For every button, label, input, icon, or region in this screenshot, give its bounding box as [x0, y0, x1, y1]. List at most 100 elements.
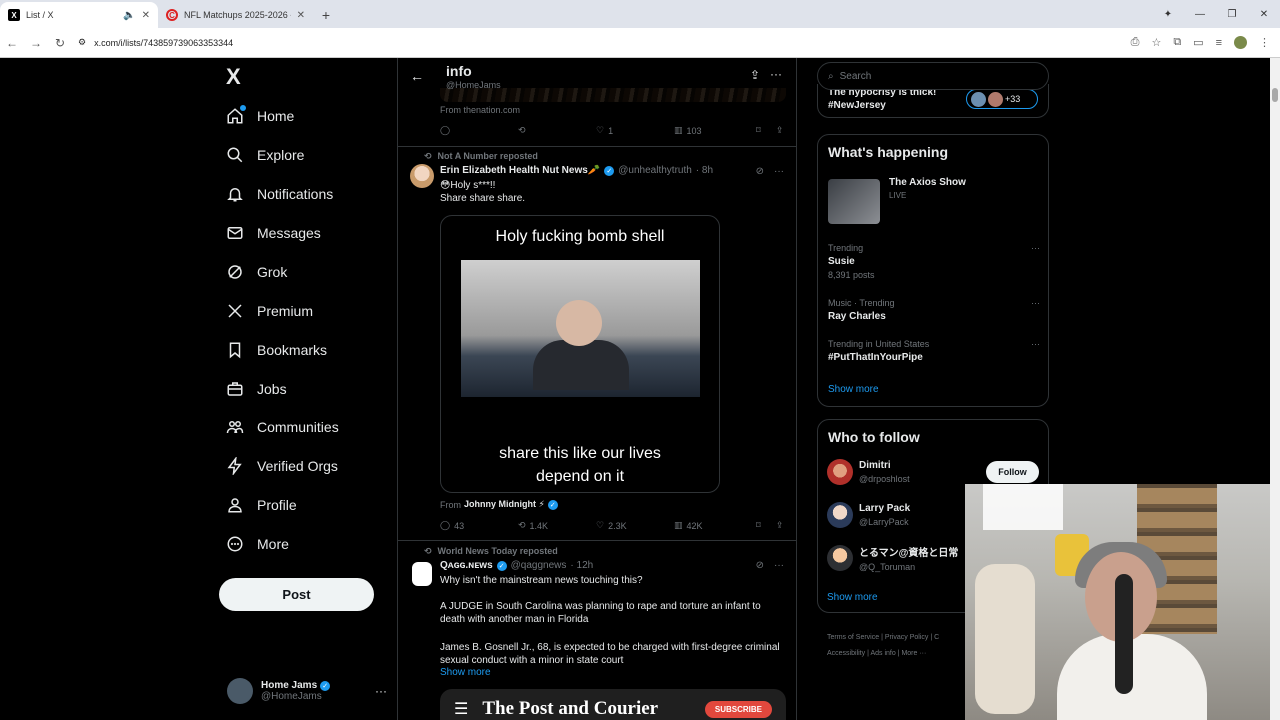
avatar[interactable]	[410, 164, 434, 188]
trend-item[interactable]: Music · Trending Ray Charles ···	[828, 298, 1040, 322]
share-icon[interactable]: ⇪	[776, 125, 784, 136]
grok-icon[interactable]: ⊘	[756, 560, 764, 571]
reading-list-icon[interactable]: ≡	[1216, 37, 1222, 49]
nav-item-notifications[interactable]: Notifications	[226, 182, 333, 206]
show-more-link[interactable]: Show more	[440, 667, 491, 678]
hamburger-icon: ☰	[454, 701, 469, 718]
show-more-link[interactable]: Show more	[827, 592, 878, 603]
more-dots-icon[interactable]: ···	[774, 166, 784, 177]
page-scrollbar[interactable]	[1270, 58, 1280, 720]
reply-button[interactable]: ◯ 43	[440, 520, 518, 531]
nav-item-home[interactable]: Home	[226, 104, 294, 128]
avatar[interactable]	[412, 562, 432, 586]
post-button[interactable]: Post	[219, 578, 374, 611]
back-arrow-icon[interactable]: ←	[410, 68, 424, 84]
tweet-media[interactable]: Holy fucking bomb shell share this like …	[440, 215, 720, 493]
more-dots-icon[interactable]: ···	[1031, 298, 1040, 308]
divider	[398, 540, 796, 541]
nav-item-messages[interactable]: Messages	[226, 221, 321, 245]
x-logo-icon[interactable]: X	[226, 64, 241, 90]
tweet-author[interactable]: Erin Elizabeth Health Nut News🥕 ✓ @unhea…	[440, 165, 713, 176]
speaker-icon[interactable]: 🔈	[123, 10, 135, 21]
suggestion-handle: @drposhlost	[859, 474, 910, 484]
minimize-icon[interactable]: —	[1184, 9, 1216, 20]
close-window-icon[interactable]: ✕	[1248, 9, 1280, 20]
scrollbar-thumb[interactable]	[1272, 88, 1278, 102]
card-title: Who to follow	[828, 429, 920, 445]
nav-item-profile[interactable]: Profile	[226, 493, 297, 517]
tweet-text-line-2: A JUDGE in South Carolina was planning t…	[440, 601, 761, 625]
repost-label: Not A Number reposted	[437, 151, 538, 161]
reply-button[interactable]: ◯	[440, 125, 518, 136]
nav-item-verified-orgs[interactable]: Verified Orgs	[226, 454, 338, 478]
bookmark-icon[interactable]: ⌑	[756, 125, 776, 136]
nav-item-premium[interactable]: Premium	[226, 299, 313, 323]
people-icon	[226, 418, 244, 436]
close-tab-icon[interactable]: ✕	[142, 10, 150, 21]
repost-icon: ⟲	[424, 151, 432, 161]
media-source[interactable]: From Johnny Midnight ⚡ ✓	[440, 499, 558, 510]
cast-icon[interactable]: ▭	[1193, 36, 1203, 49]
share-icon[interactable]: ⇪	[750, 68, 760, 82]
repost-icon: ⟲	[518, 125, 526, 135]
reload-icon[interactable]: ↻	[48, 36, 72, 50]
chart-icon: ▥	[674, 125, 683, 135]
restore-icon[interactable]: ❐	[1216, 9, 1248, 20]
repost-banner[interactable]: ⟲ World News Today reposted	[424, 546, 558, 557]
search-input[interactable]: ⌕ Search	[817, 62, 1049, 90]
live-title[interactable]: The Axios Show	[889, 177, 966, 188]
more-dots-icon[interactable]: ···	[1031, 339, 1040, 349]
close-tab-icon[interactable]: ✕	[297, 10, 305, 21]
nav-item-grok[interactable]: Grok	[226, 260, 287, 284]
views-button[interactable]: ▥ 42K	[674, 520, 756, 531]
listeners-pill[interactable]: +33	[966, 89, 1038, 109]
account-switcher[interactable]: Home Jams ✓ @HomeJams ···	[227, 676, 387, 706]
suggestion-name: Larry Pack	[859, 503, 911, 514]
like-button[interactable]: ♡ 2.3K	[596, 520, 674, 531]
url-field[interactable]: ⚙ x.com/i/lists/743859739063353344	[78, 32, 1131, 54]
show-more-link[interactable]: Show more	[828, 384, 879, 395]
back-icon[interactable]: ←	[0, 36, 24, 50]
nav-item-bookmarks[interactable]: Bookmarks	[226, 338, 327, 362]
link-card-image[interactable]: ☰ The Post and Courier SUBSCRIBE	[440, 689, 786, 720]
trend-item[interactable]: Trending Susie 8,391 posts ···	[828, 243, 1040, 280]
repost-button[interactable]: ⟲	[518, 125, 596, 136]
trend-item[interactable]: Trending in United States #PutThatInYour…	[828, 339, 1040, 363]
browser-tab-nfl[interactable]: C NFL Matchups 2025-2026 - Too ✕	[158, 2, 313, 28]
person-icon	[226, 496, 244, 514]
grok-icon[interactable]: ⊘	[756, 166, 764, 177]
tweet-time: · 12h	[570, 560, 594, 571]
extensions-icon[interactable]: ⧉	[1173, 36, 1181, 49]
site-info-icon[interactable]: ⚙	[78, 37, 86, 48]
new-tab-button[interactable]: +	[313, 2, 339, 28]
more-dots-icon[interactable]: ···	[1031, 243, 1040, 253]
nav-item-jobs[interactable]: Jobs	[226, 377, 287, 401]
repost-button[interactable]: ⟲ 1.4K	[518, 520, 596, 531]
bookmark-icon	[226, 341, 244, 359]
menu-icon[interactable]: ⋮	[1259, 36, 1270, 49]
views-button[interactable]: ▥ 103	[674, 125, 756, 136]
more-dots-icon[interactable]: ···	[774, 560, 784, 571]
repost-banner[interactable]: ⟲ Not A Number reposted	[424, 151, 538, 162]
install-icon[interactable]: ⎙	[1131, 36, 1140, 49]
author-name: Erin Elizabeth Health Nut News🥕	[440, 165, 601, 176]
like-button[interactable]: ♡ 1	[596, 125, 674, 136]
profile-avatar-icon[interactable]	[1234, 36, 1247, 49]
nav-item-explore[interactable]: Explore	[226, 143, 304, 167]
nav-item-communities[interactable]: Communities	[226, 415, 339, 439]
forward-icon[interactable]: →	[24, 36, 48, 50]
nav-item-more[interactable]: More	[226, 532, 289, 556]
heart-icon: ♡	[596, 125, 605, 135]
bookmark-icon[interactable]: ⌑	[756, 520, 776, 531]
more-dots-icon[interactable]: ···	[770, 67, 782, 81]
tweet-author[interactable]: Qᴀɢɢ.ɴᴇᴡs ✓ @qaggnews · 12h	[440, 560, 593, 571]
sparkle-icon[interactable]: ✦	[1152, 9, 1184, 20]
verified-badge-icon: ✓	[547, 499, 558, 510]
follow-button[interactable]: Follow	[986, 461, 1039, 483]
share-icon[interactable]: ⇪	[776, 520, 784, 531]
live-thumbnail[interactable]	[828, 179, 880, 224]
star-icon[interactable]: ☆	[1151, 36, 1161, 49]
chart-icon: ▥	[674, 520, 683, 530]
browser-tab-list-x[interactable]: X List / X 🔈 ✕	[0, 2, 158, 28]
more-dots-icon[interactable]: ···	[375, 684, 387, 698]
